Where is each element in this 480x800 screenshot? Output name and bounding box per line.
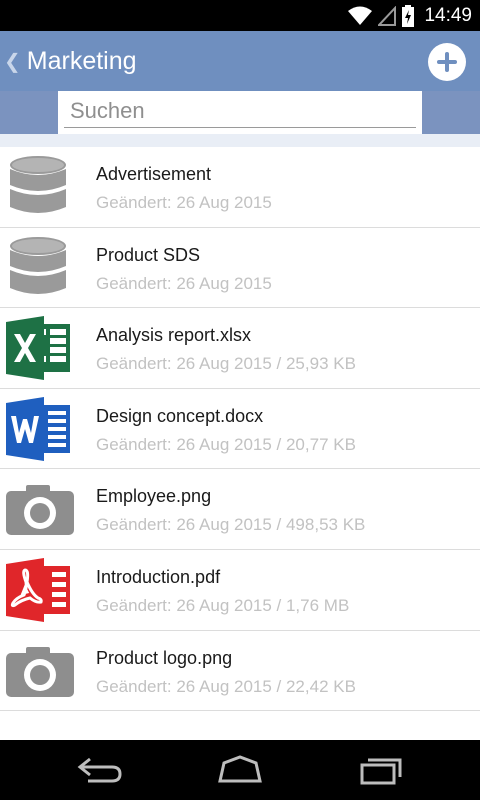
excel-icon: [6, 316, 70, 381]
recents-icon[interactable]: [358, 755, 406, 785]
database-icon: [10, 156, 66, 213]
page-title: Marketing: [26, 46, 137, 75]
file-name: Analysis report.xlsx: [96, 325, 252, 346]
file-name: Employee.png: [96, 486, 212, 507]
search-box: [58, 91, 422, 134]
camera-icon: [6, 646, 74, 697]
file-meta: Geändert: 26 Aug 2015: [96, 193, 272, 212]
wifi-icon: [348, 6, 373, 25]
pdf-icon: [6, 557, 70, 622]
file-list: Advertisement Geändert: 26 Aug 2015 Prod…: [0, 147, 480, 712]
back-icon[interactable]: [76, 755, 124, 785]
file-meta: Geändert: 26 Aug 2015 / 22,42 KB: [96, 676, 356, 696]
file-row-employee[interactable]: Employee.png Geändert: 26 Aug 2015 / 498…: [0, 469, 480, 550]
file-name: Product logo.png: [96, 647, 233, 668]
file-name: Advertisement: [96, 164, 212, 184]
action-bar: ❮ Marketing: [0, 31, 480, 91]
file-row-analysis-report[interactable]: Analysis report.xlsx Geändert: 26 Aug 20…: [0, 308, 480, 389]
back-button[interactable]: ❮ Marketing: [0, 31, 137, 91]
file-meta: Geändert: 26 Aug 2015 / 498,53 KB: [96, 515, 366, 535]
file-row-product-logo[interactable]: Product logo.png Geändert: 26 Aug 2015 /…: [0, 631, 480, 712]
add-button[interactable]: [428, 43, 466, 81]
camera-icon: [6, 485, 74, 536]
file-meta: Geändert: 26 Aug 2015: [96, 273, 272, 293]
status-icons: 14:49: [348, 0, 472, 31]
home-icon[interactable]: [216, 755, 264, 785]
file-meta: Geändert: 26 Aug 2015 / 25,93 KB: [96, 354, 356, 374]
file-row-introduction[interactable]: Introduction.pdf Geändert: 26 Aug 2015 /…: [0, 550, 480, 631]
file-row-product-sds[interactable]: Product SDS Geändert: 26 Aug 2015: [0, 228, 480, 309]
signal-icon: [378, 5, 397, 26]
file-meta: Geändert: 26 Aug 2015 / 1,76 MB: [96, 595, 350, 615]
status-bar: 14:49: [0, 0, 480, 31]
file-row-advertisement[interactable]: Advertisement Geändert: 26 Aug 2015: [0, 147, 480, 228]
database-icon: [10, 236, 66, 294]
header-divider: [0, 134, 480, 147]
file-name: Introduction.pdf: [96, 566, 221, 587]
file-name: Design concept.docx: [96, 405, 264, 426]
status-time: 14:49: [424, 4, 472, 26]
battery-charging-icon: [402, 4, 415, 27]
chevron-left-icon: ❮: [4, 50, 21, 73]
file-row-design-concept[interactable]: Design concept.docx Geändert: 26 Aug 201…: [0, 389, 480, 470]
navigation-bar: [0, 740, 480, 800]
search-input[interactable]: [64, 94, 416, 128]
file-name: Product SDS: [96, 244, 201, 265]
word-icon: [6, 396, 70, 461]
file-meta: Geändert: 26 Aug 2015 / 20,77 KB: [96, 434, 356, 454]
